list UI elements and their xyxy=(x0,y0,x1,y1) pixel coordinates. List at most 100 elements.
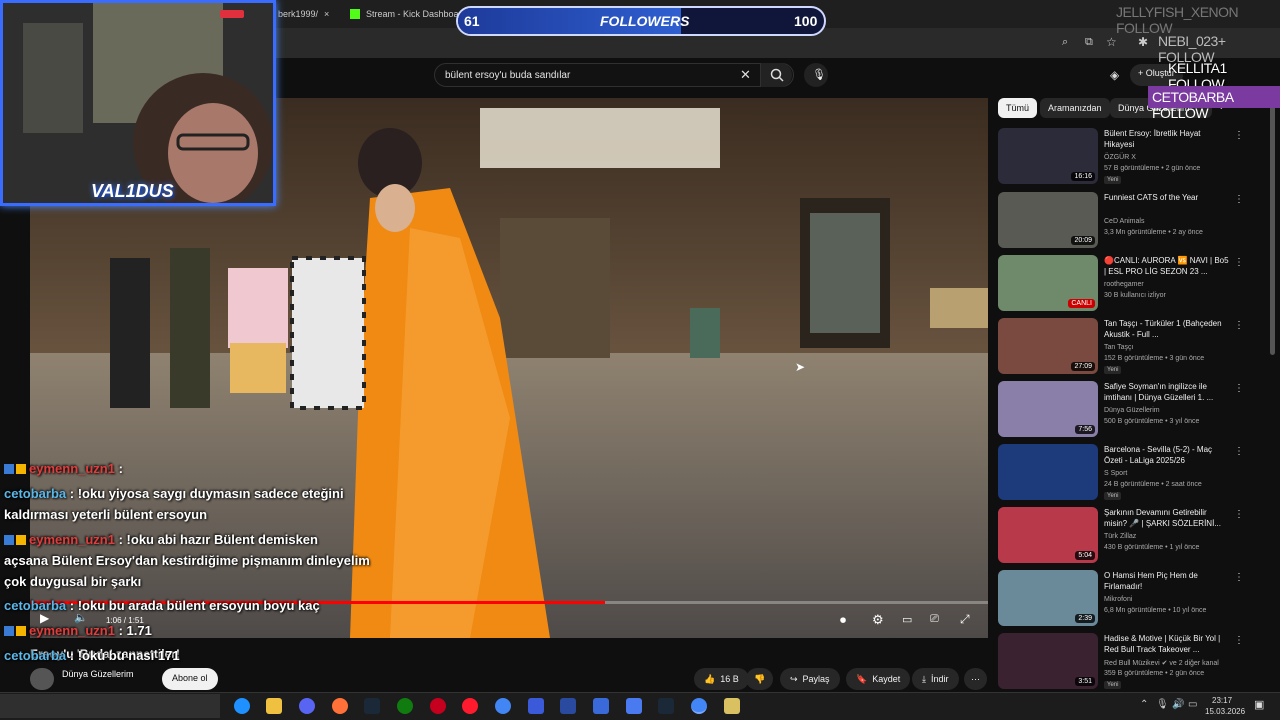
chrome-icon[interactable] xyxy=(495,698,511,714)
video-thumbnail[interactable]: 27:09 xyxy=(998,318,1098,374)
discord-icon[interactable] xyxy=(299,698,315,714)
recommendation-item[interactable]: CANLI 🔴CANLI: AURORA 🆚 NAVI | Bo5 | ESL P… xyxy=(998,255,1248,313)
recommendation-item[interactable]: 7:56 Safiye Soyman'ın ingilizce ile imtih… xyxy=(998,381,1248,439)
chat-username[interactable]: cetobarba xyxy=(4,486,66,501)
recommendation-title[interactable]: Funniest CATS of the Year xyxy=(1104,192,1232,203)
recommendation-channel[interactable]: Tan Taşçı xyxy=(1104,344,1133,351)
video-thumbnail[interactable]: 16:16 xyxy=(998,128,1098,184)
file-explorer-icon[interactable] xyxy=(266,698,282,714)
more-options-icon[interactable]: ⋮ xyxy=(1234,194,1244,205)
recommendation-title[interactable]: 🔴CANLI: AURORA 🆚 NAVI | Bo5 | ESL PRO Lİ… xyxy=(1104,255,1232,277)
more-options-icon[interactable]: ⋮ xyxy=(1234,320,1244,331)
recommendation-item[interactable]: 3:51 Hadise & Motive | Küçük Bir Yol | Re… xyxy=(998,633,1248,691)
more-options-icon[interactable]: ⋮ xyxy=(1234,572,1244,583)
recommendation-channel[interactable]: ÖZGÜR X xyxy=(1104,154,1136,161)
video-thumbnail[interactable]: 2:39 xyxy=(998,570,1098,626)
tray-chevron-icon[interactable]: ⌃ xyxy=(1140,699,1148,710)
chrome-active-icon[interactable] xyxy=(691,698,707,714)
taskbar-search[interactable] xyxy=(0,694,220,718)
recommendation-channel[interactable]: Türk Zillaz xyxy=(1104,533,1136,540)
bookmark-star-icon[interactable]: ☆ xyxy=(1106,35,1117,49)
more-options-icon[interactable]: ⋮ xyxy=(1234,130,1244,141)
recommendation-title[interactable]: Hadise & Motive | Küçük Bir Yol | Red Bu… xyxy=(1104,633,1232,655)
subscribe-button[interactable]: Abone ol xyxy=(162,668,218,690)
recommendation-channel[interactable]: Mikrofoni xyxy=(1104,596,1132,603)
recommendation-title[interactable]: Safiye Soyman'ın ingilizce ile imtihanı … xyxy=(1104,381,1232,403)
chat-username[interactable]: eymenn_uzn1 xyxy=(29,623,115,638)
app-icon[interactable] xyxy=(430,698,446,714)
more-options-icon[interactable]: ⋮ xyxy=(1234,446,1244,457)
video-thumbnail[interactable]: 5:04 xyxy=(998,507,1098,563)
extensions-icon[interactable]: ✱ xyxy=(1138,35,1148,49)
recommendation-item[interactable]: 16:16 Bülent Ersoy: İbretlik Hayat Hikaye… xyxy=(998,128,1248,186)
recommendation-title[interactable]: Bülent Ersoy: İbretlik Hayat Hikayesi xyxy=(1104,128,1232,150)
more-options-icon[interactable]: ⋮ xyxy=(1234,257,1244,268)
clock-date[interactable]: 15.03.2026 xyxy=(1205,707,1245,716)
recommendation-item[interactable]: 2:39 O Hamsi Hem Piç Hem de Firlamadır! Mi… xyxy=(998,570,1248,628)
video-thumbnail[interactable]: 3:51 xyxy=(998,633,1098,689)
video-thumbnail[interactable] xyxy=(998,444,1098,500)
steam-icon[interactable] xyxy=(658,698,674,714)
share-button[interactable]: ↪ Paylaş xyxy=(780,668,840,690)
settings-gear-icon[interactable]: ⚙ xyxy=(872,612,884,628)
video-thumbnail[interactable]: CANLI xyxy=(998,255,1098,311)
cast-icon[interactable]: ◈ xyxy=(1110,68,1119,82)
chat-username[interactable]: cetobarba xyxy=(4,598,66,613)
more-options-icon[interactable]: ⋮ xyxy=(1234,635,1244,646)
recommendation-channel[interactable]: roothegamer xyxy=(1104,281,1144,288)
app-icon[interactable] xyxy=(560,698,576,714)
app-icon[interactable] xyxy=(528,698,544,714)
video-thumbnail[interactable]: 7:56 xyxy=(998,381,1098,437)
network-tray-icon[interactable]: ▭ xyxy=(1188,699,1197,710)
miniplayer-icon[interactable]: ▭ xyxy=(902,613,912,626)
app-icon[interactable] xyxy=(724,698,740,714)
volume-tray-icon[interactable]: 🔊 xyxy=(1172,699,1184,710)
recommendation-channel[interactable]: S Sport xyxy=(1104,470,1127,477)
more-actions-button[interactable]: ⋯ xyxy=(964,668,987,690)
more-options-icon[interactable]: ⋮ xyxy=(1234,383,1244,394)
search-button[interactable] xyxy=(760,63,792,87)
recommendation-title[interactable]: Barcelona - Sevilla (5-2) - Maç Özeti - … xyxy=(1104,444,1232,466)
more-options-icon[interactable]: ⋮ xyxy=(1234,509,1244,520)
download-button[interactable]: ⤓ İndir xyxy=(912,668,959,690)
xbox-icon[interactable] xyxy=(397,698,413,714)
recommendation-channel[interactable]: Red Bull Müzikevi ✔ ve 2 diğer kanal xyxy=(1104,659,1219,667)
chat-username[interactable]: eymenn_uzn1 xyxy=(29,532,115,547)
notification-icon[interactable]: ▣ xyxy=(1254,698,1264,711)
chat-username[interactable]: eymenn_uzn1 xyxy=(29,461,115,476)
tab-close-icon[interactable]: × xyxy=(324,9,329,19)
voice-search-button[interactable]: 🎙 xyxy=(804,63,828,87)
edge-icon[interactable] xyxy=(234,698,250,714)
opera-icon[interactable] xyxy=(462,698,478,714)
channel-avatar[interactable] xyxy=(30,668,54,690)
zoom-icon[interactable]: ⌕ xyxy=(1062,36,1068,49)
clear-search-icon[interactable]: ✕ xyxy=(740,67,751,83)
chat-username[interactable]: cetobarba xyxy=(4,648,66,663)
app-icon[interactable] xyxy=(593,698,609,714)
recommendation-title[interactable]: Şarkının Devamını Getirebilir misin? 🎤 |… xyxy=(1104,507,1232,529)
recommendation-item[interactable]: Barcelona - Sevilla (5-2) - Maç Özeti - … xyxy=(998,444,1248,502)
recommendation-title[interactable]: O Hamsi Hem Piç Hem de Firlamadır! xyxy=(1104,570,1232,592)
autoplay-toggle-icon[interactable]: ⏺ xyxy=(840,613,846,628)
video-thumbnail[interactable]: 20:09 xyxy=(998,192,1098,248)
install-icon[interactable]: ⧉ xyxy=(1085,36,1093,49)
scrollbar-thumb[interactable] xyxy=(1270,100,1275,355)
browser-tab[interactable]: berk1999/ × xyxy=(278,4,329,24)
fullscreen-icon[interactable]: ⤢ xyxy=(960,612,970,627)
firefox-icon[interactable] xyxy=(332,698,348,714)
recommendation-channel[interactable]: Dünya Güzellerim xyxy=(1104,407,1160,414)
channel-name[interactable]: Dünya Güzellerim xyxy=(62,669,134,679)
recommendation-channel[interactable]: CeD Animals xyxy=(1104,218,1144,225)
like-button[interactable]: 👍 16 B xyxy=(694,668,749,690)
save-button[interactable]: 🔖 Kaydet xyxy=(846,668,911,690)
mic-tray-icon[interactable]: 🎙 xyxy=(1156,699,1169,710)
clock-time[interactable]: 23:17 xyxy=(1212,696,1232,705)
recommendation-item[interactable]: 20:09 Funniest CATS of the Year CeD Animal… xyxy=(998,192,1248,250)
chip-from-search[interactable]: Aramanızdan xyxy=(1040,98,1110,118)
dislike-button[interactable]: 👎 xyxy=(746,668,774,690)
recommendation-title[interactable]: Tan Taşçı - Türküler 1 (Bahçeden Akustik… xyxy=(1104,318,1232,340)
recommendation-item[interactable]: 27:09 Tan Taşçı - Türküler 1 (Bahçeden Ak… xyxy=(998,318,1248,376)
app-icon[interactable] xyxy=(626,698,642,714)
recommendation-item[interactable]: 5:04 Şarkının Devamını Getirebilir misin?… xyxy=(998,507,1248,565)
chip-all[interactable]: Tümü xyxy=(998,98,1038,118)
